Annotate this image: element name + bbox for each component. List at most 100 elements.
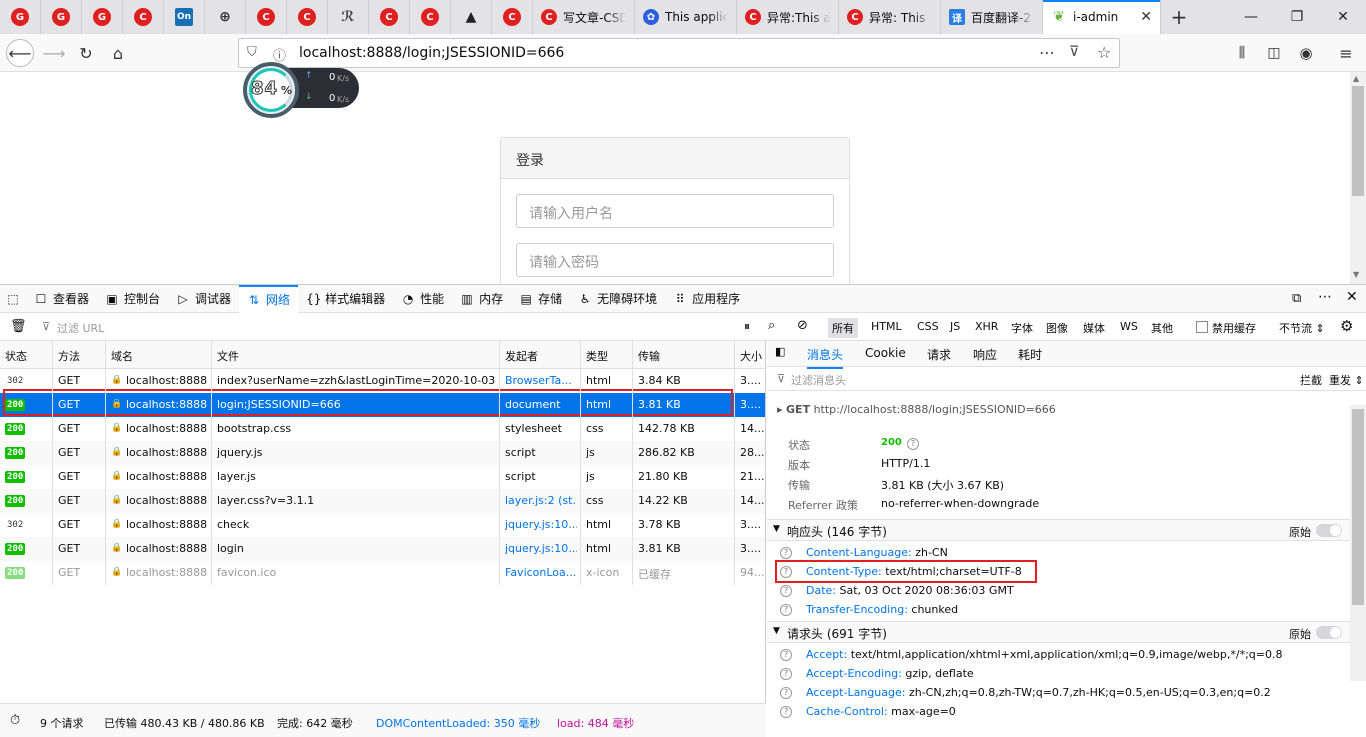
- tab-icon-only[interactable]: C: [410, 0, 451, 34]
- resend-button[interactable]: 重发 ⇕: [1329, 372, 1364, 388]
- type-filter-button[interactable]: 字体: [1011, 320, 1033, 336]
- help-icon[interactable]: ?: [780, 649, 792, 661]
- column-divider[interactable]: [580, 341, 581, 585]
- devtools-tab[interactable]: ▥ 内存: [452, 285, 511, 313]
- library-icon[interactable]: ⫼: [1228, 39, 1256, 67]
- devtools-tab[interactable]: ▷ 调试器: [168, 285, 239, 313]
- type-filter-button[interactable]: 其他: [1151, 320, 1173, 336]
- minimize-icon[interactable]: —: [1228, 0, 1274, 34]
- details-tab[interactable]: Cookie: [865, 346, 906, 360]
- settings-gear-icon[interactable]: ⚙: [1340, 317, 1353, 335]
- disable-cache-checkbox[interactable]: [1196, 321, 1208, 333]
- help-icon[interactable]: ?: [780, 547, 792, 559]
- help-icon[interactable]: ?: [780, 604, 792, 616]
- help-icon[interactable]: ?: [780, 687, 792, 699]
- type-filter-button[interactable]: WS: [1120, 320, 1138, 333]
- details-tab[interactable]: 耗时: [1018, 346, 1042, 363]
- tab-icon-only[interactable]: ℛ: [328, 0, 369, 34]
- expand-arrow-icon[interactable]: ▸: [777, 403, 783, 416]
- devtools-tab[interactable]: ☐ 查看器: [26, 285, 97, 313]
- type-filter-button[interactable]: JS: [950, 320, 960, 333]
- column-header[interactable]: 大小: [740, 348, 762, 364]
- table-row[interactable]: 200 GET localhost:8888 🔒 bootstrap.css styles…: [0, 417, 765, 441]
- table-row[interactable]: 200 GET localhost:8888 🔒 favicon.ico FaviconL…: [0, 561, 765, 585]
- help-icon[interactable]: ?: [780, 668, 792, 680]
- column-divider[interactable]: [734, 341, 735, 585]
- cell-initiator[interactable]: layer.js:2 (st...: [505, 494, 577, 507]
- reload-button-icon[interactable]: ↻: [72, 39, 100, 67]
- column-header[interactable]: 文件: [217, 348, 239, 364]
- password-input[interactable]: 请输入密码: [516, 243, 834, 277]
- tab-icon-only[interactable]: C: [123, 0, 164, 34]
- bookmark-star-icon[interactable]: ☆: [1097, 43, 1111, 62]
- request-headers-section[interactable]: ▼ 请求头 (691 字节) 原始: [767, 621, 1350, 643]
- table-row[interactable]: 302 GET localhost:8888 🔒 check jquery.js:10..…: [0, 513, 765, 537]
- column-header[interactable]: 类型: [586, 348, 608, 364]
- cell-initiator[interactable]: script: [505, 470, 577, 483]
- forward-button-icon[interactable]: ⟶: [40, 39, 68, 67]
- devtools-tab[interactable]: ⠿ 应用程序: [665, 285, 748, 313]
- tab-active[interactable]: ❦ i-admin ✕: [1043, 0, 1161, 34]
- help-icon[interactable]: ?: [780, 585, 792, 597]
- details-tab[interactable]: 响应: [973, 346, 997, 363]
- dock-icon[interactable]: ⧉: [1292, 291, 1301, 306]
- tab[interactable]: 译百度翻译-2: [941, 0, 1043, 34]
- headers-filter-input[interactable]: 过滤消息头: [791, 372, 846, 388]
- cell-initiator[interactable]: stylesheet: [505, 422, 577, 435]
- pause-icon[interactable]: ⏸: [744, 319, 750, 334]
- type-filter-button[interactable]: 图像: [1046, 320, 1068, 336]
- column-header[interactable]: 域名: [111, 348, 133, 364]
- tab-icon-only[interactable]: On: [164, 0, 205, 34]
- page-scrollbar[interactable]: ▲ ▼: [1350, 72, 1366, 284]
- type-filter-button[interactable]: 媒体: [1083, 320, 1105, 336]
- tracking-protection-icon[interactable]: ⛉: [247, 45, 257, 60]
- tab[interactable]: C 异常: This: [839, 0, 941, 34]
- raw-headers-toggle[interactable]: [1316, 524, 1342, 537]
- devtools-tab[interactable]: ⇅ 网络: [239, 284, 299, 313]
- sidebar-icon[interactable]: ◫: [1260, 39, 1288, 67]
- filter-url-input[interactable]: 过滤 URL: [57, 320, 104, 336]
- tab-icon-only[interactable]: C: [369, 0, 410, 34]
- devtools-tab[interactable]: ♿ 无障碍环境: [570, 285, 665, 313]
- account-icon[interactable]: ◉: [1292, 39, 1320, 67]
- network-speed-widget[interactable]: 84 % ↑ 0 K/s ↓ 0 K/s: [243, 62, 361, 118]
- username-input[interactable]: 请输入用户名: [516, 194, 834, 228]
- column-divider[interactable]: [632, 341, 633, 585]
- tab-icon-only[interactable]: G: [82, 0, 123, 34]
- tab[interactable]: C 异常:This a: [737, 0, 839, 34]
- column-divider[interactable]: [105, 341, 106, 585]
- page-actions-icon[interactable]: ⋯: [1039, 43, 1055, 62]
- devtools-tab[interactable]: ▤ 存储: [511, 285, 570, 313]
- cell-initiator[interactable]: script: [505, 446, 577, 459]
- stopwatch-icon[interactable]: ⏱: [10, 713, 20, 728]
- type-filter-button[interactable]: HTML: [871, 320, 902, 333]
- block-button[interactable]: 拦截: [1300, 372, 1322, 388]
- back-button-icon[interactable]: ⟵: [6, 39, 34, 67]
- column-divider[interactable]: [499, 341, 500, 585]
- type-filter-button[interactable]: CSS: [917, 320, 939, 333]
- tab-icon-only[interactable]: C: [287, 0, 328, 34]
- help-icon[interactable]: ?: [907, 438, 919, 450]
- home-button-icon[interactable]: ⌂: [104, 39, 132, 67]
- address-bar[interactable]: ⛉ ⓘ localhost:8888/login;JSESSIONID=666 …: [238, 38, 1120, 68]
- column-header[interactable]: 传输: [638, 348, 660, 364]
- cell-initiator[interactable]: FaviconLoa...: [505, 566, 577, 579]
- trash-icon[interactable]: 🗑: [10, 319, 27, 334]
- help-icon[interactable]: ?: [780, 706, 792, 718]
- devtools-tab[interactable]: ◔ 性能: [393, 285, 452, 313]
- table-row[interactable]: 200 GET localhost:8888 🔒 layer.js script js 21.…: [0, 465, 765, 489]
- column-divider[interactable]: [211, 341, 212, 585]
- table-row[interactable]: 200 GET localhost:8888 🔒 login jquery.js:10..…: [0, 537, 765, 561]
- throttle-select[interactable]: 不节流 ⇕: [1279, 320, 1325, 336]
- close-tab-icon[interactable]: ✕: [1140, 9, 1152, 25]
- type-filter-button[interactable]: XHR: [975, 320, 998, 333]
- table-row[interactable]: 200 GET localhost:8888 🔒 layer.css?v=3.1.1 la…: [0, 489, 765, 513]
- search-icon[interactable]: ⌕: [768, 318, 775, 333]
- window-close-icon[interactable]: ✕: [1320, 0, 1366, 34]
- devtools-tab[interactable]: ▣ 控制台: [97, 285, 168, 313]
- pick-element-icon[interactable]: ⬚: [0, 285, 26, 313]
- column-header[interactable]: 方法: [58, 348, 80, 364]
- column-header[interactable]: 状态: [5, 348, 27, 364]
- type-filter-button[interactable]: 所有: [828, 318, 858, 338]
- menu-icon[interactable]: ≡: [1332, 39, 1360, 67]
